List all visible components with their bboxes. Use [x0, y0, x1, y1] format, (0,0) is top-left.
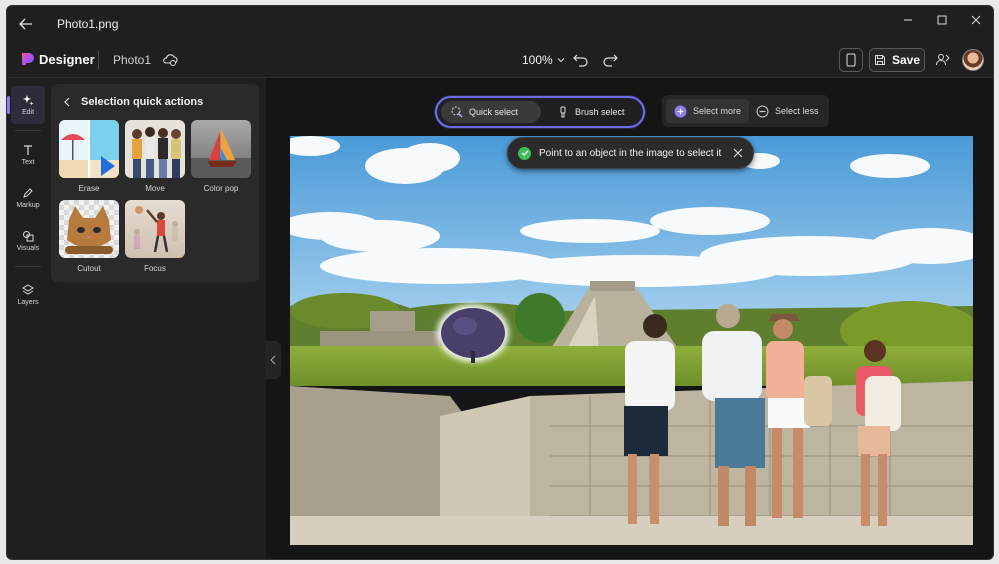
action-color-pop[interactable]: Color pop: [191, 120, 251, 193]
action-focus[interactable]: Focus: [125, 200, 185, 273]
focus-preview-icon: [134, 206, 178, 253]
quick-select-button[interactable]: Quick select: [441, 101, 541, 123]
save-label: Save: [891, 53, 921, 67]
rail-label-markup: Markup: [16, 202, 40, 209]
photo-illustration: [290, 136, 973, 545]
maximize-button[interactable]: [925, 6, 959, 34]
move-thumbnail: [125, 120, 185, 178]
select-refine-group: Select more Select less: [662, 95, 829, 127]
select-more-label: Select more: [693, 106, 742, 116]
chevron-down-icon: [557, 58, 565, 63]
redo-icon[interactable]: [601, 51, 619, 69]
back-button[interactable]: [15, 13, 37, 35]
toast-message: Point to an object in the image to selec…: [539, 147, 722, 159]
color-pop-thumbnail: [191, 120, 251, 178]
window-controls: [891, 6, 993, 34]
select-less-label: Select less: [775, 106, 819, 116]
pen-icon: [23, 188, 33, 198]
action-label: Move: [145, 184, 165, 193]
erase-preview-icon: [59, 120, 119, 178]
minus-circle-icon: [756, 105, 769, 117]
zoom-dropdown[interactable]: 100%: [522, 53, 565, 67]
save-button[interactable]: Save: [869, 48, 925, 72]
move-preview-icon: [132, 127, 181, 178]
rail-label-edit: Edit: [21, 109, 35, 116]
left-rail: Edit Text Markup Visuals Layers: [7, 78, 49, 559]
action-move[interactable]: Move: [125, 120, 185, 193]
share-people-icon[interactable]: [934, 51, 952, 69]
rail-item-text[interactable]: Text: [11, 136, 45, 174]
action-cutout[interactable]: Cutout: [59, 200, 119, 273]
action-label: Focus: [144, 264, 166, 273]
cloud-saved-icon[interactable]: [162, 52, 178, 68]
avatar[interactable]: [962, 49, 984, 71]
back-arrow-icon: [19, 18, 32, 30]
rail-label-visuals: Visuals: [16, 245, 40, 252]
designer-logo-icon: [22, 53, 34, 65]
title-bar: Photo1.png: [7, 6, 993, 42]
selection-mode-group: Quick select Brush select: [435, 96, 645, 128]
shapes-icon: [23, 231, 34, 242]
close-icon[interactable]: [733, 148, 743, 158]
chevron-left-icon: [270, 355, 276, 365]
check-circle-icon: [518, 146, 531, 160]
panel-title: Selection quick actions: [81, 96, 204, 108]
rail-item-markup[interactable]: Markup: [11, 179, 45, 217]
divider: [98, 51, 99, 69]
undo-icon[interactable]: [572, 51, 590, 69]
quick-select-icon: [451, 106, 463, 118]
text-icon: [24, 145, 32, 155]
erase-thumbnail: [59, 120, 119, 178]
action-label: Cutout: [77, 264, 101, 273]
rail-item-edit[interactable]: Edit: [7, 86, 45, 124]
panel-collapse-handle[interactable]: [265, 341, 281, 379]
zoom-level: 100%: [522, 53, 553, 67]
maximize-icon: [937, 15, 947, 25]
chevron-left-icon[interactable]: [63, 97, 71, 107]
action-label: Color pop: [203, 184, 239, 193]
focus-thumbnail: [125, 200, 185, 258]
divider: [15, 130, 41, 131]
brush-select-label: Brush select: [575, 107, 625, 117]
divider: [15, 266, 41, 267]
rail-item-visuals[interactable]: Visuals: [11, 222, 45, 260]
plus-circle-icon: [674, 105, 687, 117]
quick-actions-panel: Selection quick actions Erase Move Color…: [51, 84, 259, 282]
app-brand: Designer: [39, 52, 95, 67]
layers-icon: [22, 284, 34, 295]
rail-label-text: Text: [21, 159, 35, 166]
cat-preview-icon: [65, 206, 113, 254]
hint-toast: Point to an object in the image to selec…: [507, 137, 754, 169]
minimize-icon: [904, 19, 912, 21]
cutout-thumbnail: [59, 200, 119, 258]
panel-header: Selection quick actions: [63, 96, 203, 108]
window-title: Photo1.png: [57, 17, 119, 31]
app-window: Photo1.png Designer Photo1 100% Save Edi…: [6, 5, 994, 560]
device-preview-button[interactable]: [839, 48, 863, 72]
brush-select-button[interactable]: Brush select: [547, 101, 643, 123]
phone-icon: [846, 53, 856, 67]
rail-item-layers[interactable]: Layers: [11, 276, 45, 314]
select-more-button[interactable]: Select more: [666, 99, 750, 123]
select-less-button[interactable]: Select less: [748, 99, 827, 123]
color-pop-preview-icon: [191, 128, 251, 178]
edit-sparkle-icon: [23, 95, 34, 106]
quick-select-label: Quick select: [469, 107, 519, 117]
minimize-button[interactable]: [891, 6, 925, 34]
save-icon: [874, 55, 885, 65]
action-erase[interactable]: Erase: [59, 120, 119, 193]
app-bar: Designer Photo1 100% Save: [7, 42, 993, 78]
brush-icon: [560, 106, 566, 118]
action-label: Erase: [78, 184, 100, 193]
rail-label-layers: Layers: [17, 299, 39, 306]
close-icon: [971, 15, 981, 25]
close-window-button[interactable]: [959, 6, 993, 34]
document-name[interactable]: Photo1: [113, 53, 151, 67]
image-canvas[interactable]: [290, 136, 973, 545]
